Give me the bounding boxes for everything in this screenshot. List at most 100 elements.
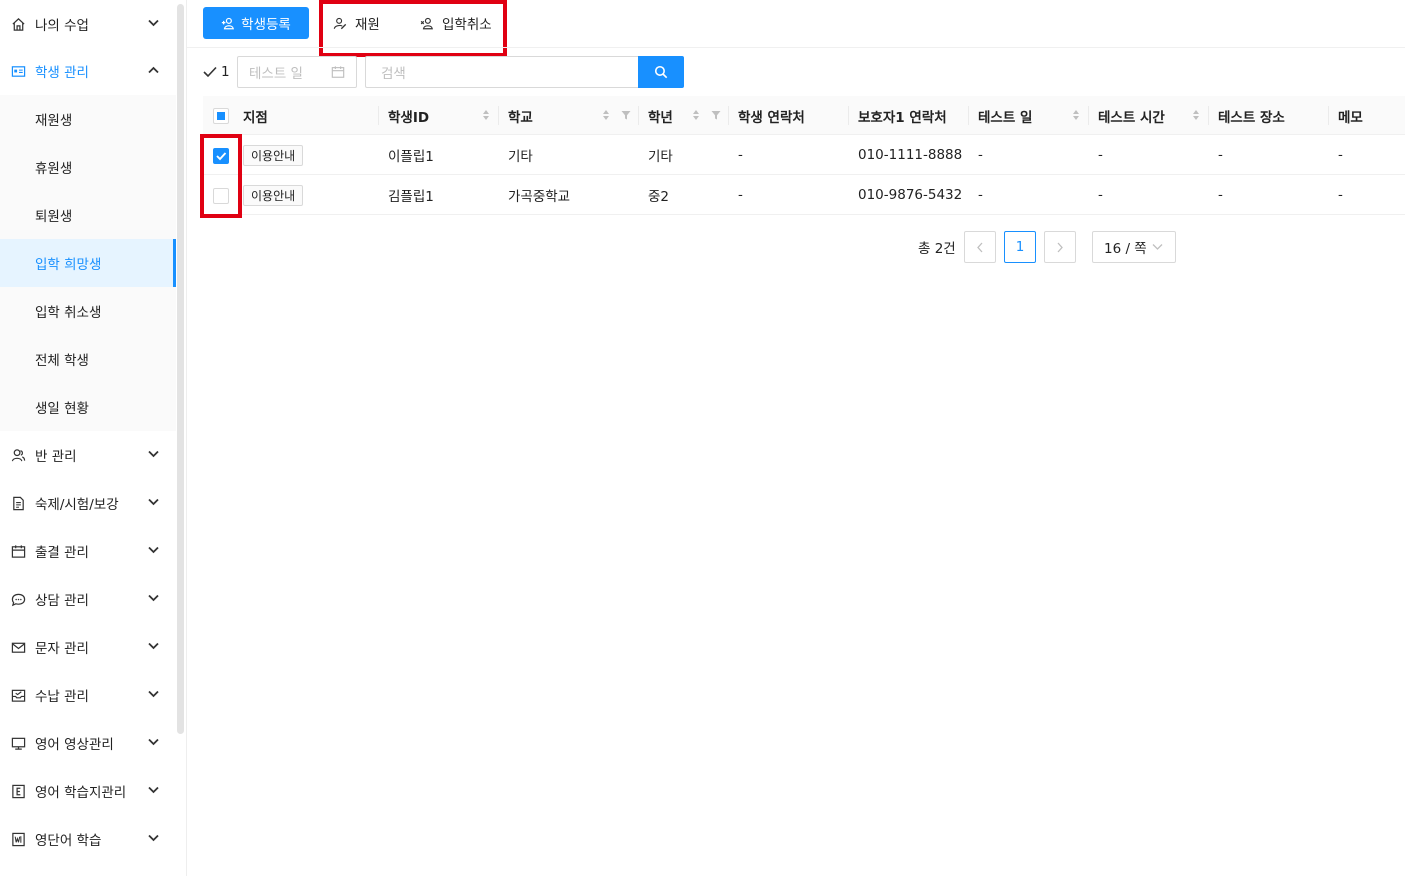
chevron-down-icon [146,735,160,749]
select-all-checkbox[interactable] [213,108,229,124]
menu-messages[interactable]: 문자 관리 [0,623,176,671]
submenu-birthdays[interactable]: 생일 현황 [0,383,176,431]
document-icon [10,495,26,511]
submenu-withdrawn[interactable]: 퇴원생 [0,191,176,239]
sort-icon [1193,110,1199,120]
column-divider [1328,106,1329,125]
menu-english-video[interactable]: 영어 영상관리 [0,719,176,767]
mail-icon [10,639,26,655]
table-row[interactable]: 이용안내 이플립1 기타 기타 - 010-1111-8888 - - - - [203,135,1405,175]
calendar-icon [331,65,345,83]
submenu-enrolled[interactable]: 재원생 [0,95,176,143]
menu-class-management[interactable]: 반 관리 [0,431,176,479]
user-edit-icon [333,17,347,29]
sort-icon [1073,110,1079,120]
submenu-prospective[interactable]: 입학 희망생 [0,239,176,287]
register-student-label: 학생등록 [241,17,291,33]
column-divider [848,106,849,125]
table-row[interactable]: 이용안내 김플립1 가곡중학교 중2 - 010-9876-5432 - - -… [203,175,1405,215]
submenu-all-students[interactable]: 전체 학생 [0,335,176,383]
column-divider [378,106,379,125]
next-page-button[interactable] [1044,231,1076,263]
search-button[interactable] [638,56,684,88]
home-icon [10,16,26,32]
student-submenu: 재원생 휴원생 퇴원생 입학 희망생 입학 취소생 전체 학생 생일 현황 [0,95,176,431]
cell-grade: 기타 [648,149,673,165]
check-icon [203,66,217,78]
chevron-down-icon [146,639,160,653]
chevron-down-icon [146,447,160,461]
user-group-icon [10,447,26,463]
calendar-icon [10,543,26,559]
column-divider [638,106,639,125]
chevron-down-icon [146,543,160,557]
cell-school: 가곡중학교 [508,189,571,205]
chevron-down-icon [146,831,160,845]
column-divider [728,106,729,125]
chevron-down-icon [146,16,160,30]
cell-test-place: - [1218,187,1223,203]
register-student-button[interactable]: 학생등록 [203,7,309,39]
monitor-icon [10,735,26,751]
menu-attendance[interactable]: 출결 관리 [0,527,176,575]
column-divider [968,106,969,125]
menu-payments[interactable]: 수납 관리 [0,671,176,719]
word-book-icon [10,831,26,847]
menu-my-class[interactable]: 나의 수업 [0,0,176,48]
test-date-placeholder: 테스트 일 [249,66,303,82]
cell-student-phone: - [738,147,743,163]
menu-student-management[interactable]: 학생 관리 [0,47,176,95]
checked-count-value: 1 [221,64,230,80]
cell-student-id: 이플립1 [388,149,434,165]
cell-student-phone: - [738,187,743,203]
column-test-date[interactable]: 테스트 일 [978,96,1032,135]
prev-page-button[interactable] [964,231,996,263]
column-grade[interactable]: 학년 [648,96,673,135]
sort-icon [693,110,699,120]
chevron-left-icon [977,242,983,252]
menu-english-worksheets[interactable]: 영어 학습지관리 [0,767,176,815]
cell-memo: - [1338,147,1343,163]
sort-icon [483,110,489,120]
column-student-id[interactable]: 학생ID [388,96,429,135]
sidebar-divider [186,0,187,876]
cell-test-date: - [978,147,983,163]
row-checkbox[interactable] [213,148,229,164]
column-memo: 메모 [1338,109,1363,126]
menu-homework-exams[interactable]: 숙제/시험/보강 [0,479,176,527]
page-size-select[interactable]: 16 / 쪽 [1092,231,1176,263]
column-parent-phone: 보호자1 연락처 [858,109,947,126]
search-placeholder: 검색 [381,66,406,82]
menu-vocabulary[interactable]: 영단어 학습 [0,815,176,863]
check-icon [216,152,227,161]
sidebar-scrollbar[interactable] [177,4,184,734]
enroll-button[interactable]: 재원 [333,7,380,39]
filter-icon [621,111,631,120]
column-divider [1208,106,1209,125]
cell-test-date: - [978,187,983,203]
row-checkbox[interactable] [213,188,229,204]
cell-student-id: 김플립1 [388,189,434,205]
submenu-cancelled[interactable]: 입학 취소생 [0,287,176,335]
search-input[interactable]: 검색 [365,56,639,88]
column-test-time[interactable]: 테스트 시간 [1098,96,1165,135]
chevron-down-icon [1152,244,1163,250]
branch-tag[interactable]: 이용안내 [243,145,304,166]
page-1-button[interactable]: 1 [1004,231,1036,263]
cell-parent-phone: 010-9876-5432 [858,187,963,203]
sidebar: 나의 수업 학생 관리 재원생 휴원생 퇴원생 입학 희망생 입학 취소생 전체… [0,0,176,876]
chevron-down-icon [146,783,160,797]
column-school[interactable]: 학교 [508,96,533,135]
pagination-total: 총 2건 [918,241,956,257]
submenu-on-leave[interactable]: 휴원생 [0,143,176,191]
chevron-down-icon [146,591,160,605]
column-divider [498,106,499,125]
column-branch: 지점 [243,109,268,126]
checked-count: 1 [203,62,230,82]
test-date-picker[interactable]: 테스트 일 [237,56,357,88]
cancel-admission-label: 입학취소 [442,17,492,33]
user-delete-icon [420,17,433,29]
branch-tag[interactable]: 이용안내 [243,185,304,206]
cancel-admission-button[interactable]: 입학취소 [420,7,492,39]
menu-counseling[interactable]: 상담 관리 [0,575,176,623]
